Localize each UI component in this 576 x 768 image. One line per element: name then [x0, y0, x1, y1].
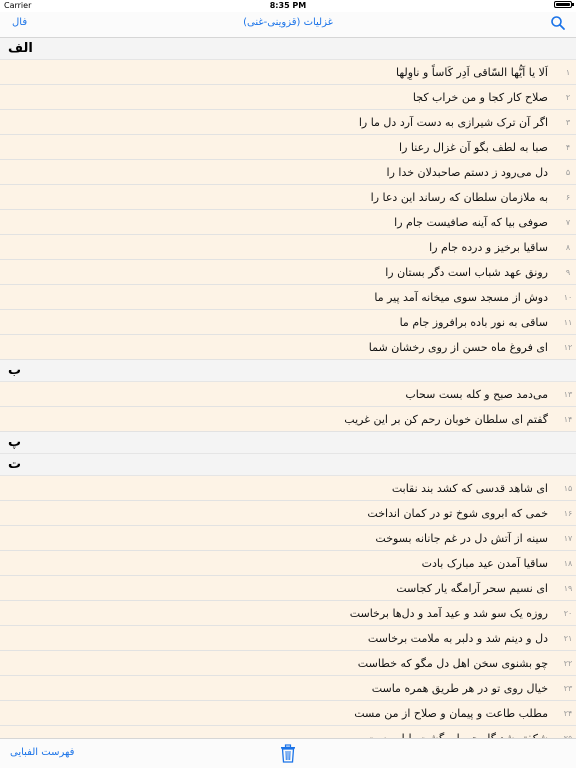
- ghazal-number: ۲۰: [563, 608, 573, 618]
- ghazal-first-line: صوفی بیا که آینه صافیست جام را: [394, 215, 548, 229]
- ghazal-number: ۲۱: [563, 633, 573, 643]
- section-header: ت: [0, 454, 576, 476]
- list-item[interactable]: ۲۳ خیال روی تو در هر طریق همره ماست: [0, 676, 576, 701]
- ghazal-number: ۱۲: [563, 342, 573, 352]
- list-item[interactable]: ۵ دل می‌رود ز دستم صاحبدلان خدا را: [0, 160, 576, 185]
- ghazal-first-line: می‌دمد صبح و کله بست سحاب: [405, 387, 548, 401]
- ghazal-first-line: ساقی به نور باده برافروز جام ما: [399, 315, 548, 329]
- ghazal-number: ۱۴: [563, 414, 573, 424]
- ghazal-first-line: خمی که ابروی شوخ تو در کمان انداخت: [367, 506, 548, 520]
- alphabetical-index-button[interactable]: فهرست الفبایی: [10, 747, 74, 758]
- ghazal-number: ۲۲: [563, 658, 573, 668]
- list-item[interactable]: ۲۴ مطلب طاعت و پیمان و صلاح از من مست: [0, 701, 576, 726]
- ghazal-list[interactable]: الف ۱ اَلا یا اَیُّها السّاقی اَدِر کَاساً…: [0, 38, 576, 739]
- ghazal-number: ۱۳: [563, 389, 573, 399]
- ghazal-number: ۲: [565, 92, 571, 102]
- ghazal-first-line: گفتم ای سلطان خوبان رحم کن بر این غریب: [344, 412, 548, 426]
- list-item[interactable]: ۸ ساقیا برخیز و درده جام را: [0, 235, 576, 260]
- ghazal-number: ۴: [565, 142, 571, 152]
- ghazal-number: ۵: [565, 167, 571, 177]
- bottom-toolbar: فهرست الفبایی: [0, 738, 576, 768]
- ghazal-first-line: دل و دینم شد و دلبر به ملامت برخاست: [367, 631, 548, 645]
- ghazal-first-line: خیال روی تو در هر طریق همره ماست: [371, 681, 548, 695]
- section-header: پ: [0, 432, 576, 454]
- ghazal-first-line: به ملازمان سلطان که رساند این دعا را: [370, 190, 548, 204]
- battery-indicator: [554, 1, 574, 8]
- ghazal-number: ۶: [565, 192, 571, 202]
- list-item[interactable]: ۴ صبا به لطف بگو آن غزال رعنا را: [0, 135, 576, 160]
- ghazal-number: ۹: [565, 267, 571, 277]
- ghazal-first-line: مطلب طاعت و پیمان و صلاح از من مست: [354, 706, 548, 720]
- list-item[interactable]: ۶ به ملازمان سلطان که رساند این دعا را: [0, 185, 576, 210]
- section-header: الف: [0, 38, 576, 60]
- page-title: غزلیات (قزوینی-غنی): [243, 17, 333, 28]
- list-item[interactable]: ۷ صوفی بیا که آینه صافیست جام را: [0, 210, 576, 235]
- ghazal-number: ۳: [565, 117, 571, 127]
- list-item[interactable]: ۱۰ دوش از مسجد سوی میخانه آمد پیر ما: [0, 285, 576, 310]
- list-item[interactable]: ۱۷ سینه از آتش دل در غم جانانه بسوخت: [0, 526, 576, 551]
- list-item[interactable]: ۱۵ ای شاهد قدسی که کشد بند نقابت: [0, 476, 576, 501]
- list-item[interactable]: ۱۹ ای نسیم سحر آرامگه یار کجاست: [0, 576, 576, 601]
- list-item[interactable]: ۱۴ گفتم ای سلطان خوبان رحم کن بر این غریب: [0, 407, 576, 432]
- ghazal-first-line: صبا به لطف بگو آن غزال رعنا را: [399, 140, 548, 154]
- ghazal-first-line: دل می‌رود ز دستم صاحبدلان خدا را: [386, 165, 548, 179]
- ghazal-number: ۱۹: [563, 583, 573, 593]
- trash-icon[interactable]: [279, 744, 297, 763]
- ghazal-number: ۱: [565, 67, 571, 77]
- ghazal-number: ۱۸: [563, 558, 573, 568]
- list-item[interactable]: ۲ صلاح کار کجا و من خراب کجا: [0, 85, 576, 110]
- ghazal-number: ۱۶: [563, 508, 573, 518]
- ghazal-number: ۱۷: [563, 533, 573, 543]
- ghazal-first-line: ای شاهد قدسی که کشد بند نقابت: [391, 481, 548, 495]
- ghazal-first-line: اگر آن ترک شیرازی به دست آرد دل ما را: [358, 115, 548, 129]
- ghazal-first-line: شکفته شد گل حمرا و گشت بلبل مست: [366, 731, 548, 740]
- status-bar: Carrier 8:35 PM: [0, 0, 576, 12]
- ghazal-first-line: رونق عهد شباب است دگر بستان را: [385, 265, 548, 279]
- navigation-bar: فال غزلیات (قزوینی-غنی): [0, 12, 576, 38]
- ghazal-number: ۲۴: [563, 708, 573, 718]
- list-item[interactable]: ۱ اَلا یا اَیُّها السّاقی اَدِر کَاساً و …: [0, 60, 576, 85]
- list-item[interactable]: ۱۶ خمی که ابروی شوخ تو در کمان انداخت: [0, 501, 576, 526]
- ghazal-number: ۱۰: [563, 292, 573, 302]
- ghazal-first-line: چو بشنوی سخن اهل دل مگو که خطاست: [357, 656, 548, 670]
- ghazal-first-line: اَلا یا اَیُّها السّاقی اَدِر کَاساً و ن…: [396, 65, 548, 79]
- ghazal-number: ۲۵: [563, 733, 573, 740]
- list-item[interactable]: ۱۲ ای فروغ ماه حسن از روی رخشان شما: [0, 335, 576, 360]
- ghazal-first-line: ساقیا آمدن عید مبارک بادت: [421, 556, 548, 570]
- list-item[interactable]: ۲۰ روزه یک سو شد و عید آمد و دل‌ها برخاست: [0, 601, 576, 626]
- list-item[interactable]: ۱۸ ساقیا آمدن عید مبارک بادت: [0, 551, 576, 576]
- list-item[interactable]: ۱۱ ساقی به نور باده برافروز جام ما: [0, 310, 576, 335]
- battery-icon: [554, 1, 574, 8]
- status-time: 8:35 PM: [269, 1, 307, 10]
- ghazal-number: ۷: [565, 217, 571, 227]
- list-item[interactable]: ۲۱ دل و دینم شد و دلبر به ملامت برخاست: [0, 626, 576, 651]
- list-item[interactable]: ۹ رونق عهد شباب است دگر بستان را: [0, 260, 576, 285]
- list-item[interactable]: ۳ اگر آن ترک شیرازی به دست آرد دل ما را: [0, 110, 576, 135]
- list-item[interactable]: ۱۳ می‌دمد صبح و کله بست سحاب: [0, 382, 576, 407]
- ghazal-first-line: صلاح کار کجا و من خراب کجا: [412, 90, 548, 104]
- ghazal-first-line: دوش از مسجد سوی میخانه آمد پیر ما: [374, 290, 548, 304]
- ghazal-first-line: ساقیا برخیز و درده جام را: [429, 240, 548, 254]
- ghazal-number: ۱۱: [563, 317, 573, 327]
- ghazal-number: ۸: [565, 242, 571, 252]
- ghazal-first-line: روزه یک سو شد و عید آمد و دل‌ها برخاست: [349, 606, 548, 620]
- ghazal-number: ۲۳: [563, 683, 573, 693]
- list-item[interactable]: ۲۲ چو بشنوی سخن اهل دل مگو که خطاست: [0, 651, 576, 676]
- search-icon[interactable]: [550, 15, 566, 31]
- ghazal-first-line: ای نسیم سحر آرامگه یار کجاست: [396, 581, 548, 595]
- ghazal-number: ۱۵: [563, 483, 573, 493]
- ghazal-first-line: ای فروغ ماه حسن از روی رخشان شما: [368, 340, 548, 354]
- section-header: ب: [0, 360, 576, 382]
- ghazal-first-line: سینه از آتش دل در غم جانانه بسوخت: [375, 531, 548, 545]
